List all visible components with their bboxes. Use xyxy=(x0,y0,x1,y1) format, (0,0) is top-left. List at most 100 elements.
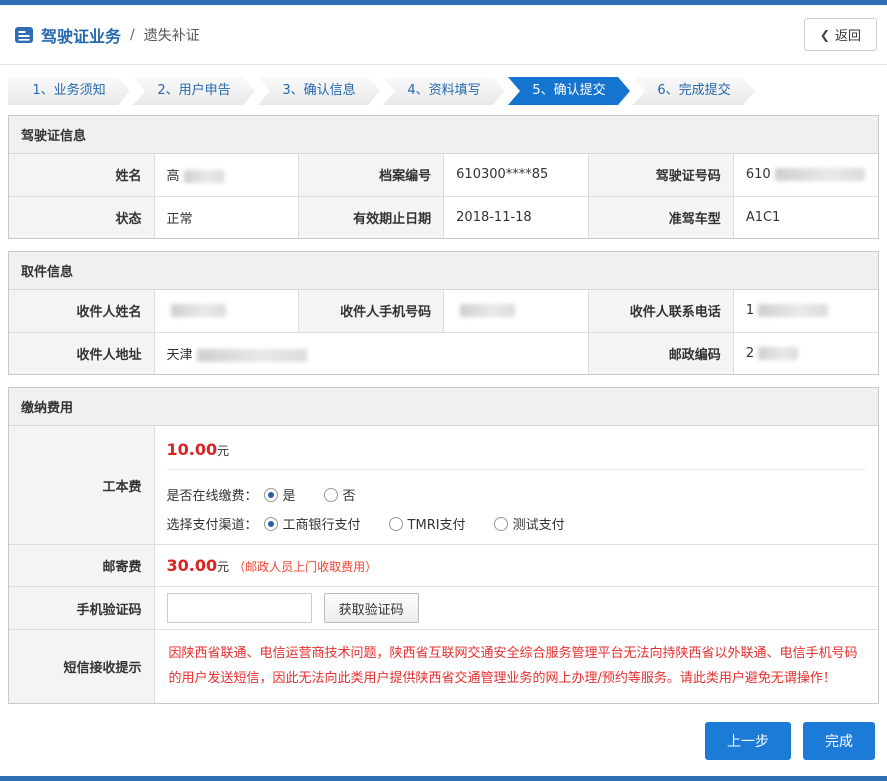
recipient-name-value xyxy=(154,290,299,332)
redacted-text xyxy=(460,304,515,317)
step-5-confirm-submit[interactable]: 5、确认提交 xyxy=(508,77,630,105)
sms-notice-cell: 因陕西省联通、电信运营商技术问题，陕西省互联网交通安全综合服务管理平台无法向持陕… xyxy=(154,630,878,704)
chevron-left-icon: ❮ xyxy=(820,28,830,42)
redacted-text xyxy=(758,347,798,360)
license-business-icon xyxy=(14,25,34,45)
redacted-text xyxy=(758,304,828,317)
channel-tmri-option[interactable]: TMRI支付 xyxy=(389,514,466,533)
redacted-text xyxy=(171,304,226,317)
step-2-user-declaration[interactable]: 2、用户申告 xyxy=(133,77,255,105)
online-no-option[interactable]: 否 xyxy=(324,485,356,504)
channel-tmri-label: TMRI支付 xyxy=(408,514,466,533)
step-navigation: 1、业务须知 2、用户申告 3、确认信息 4、资料填写 5、确认提交 6、完成提… xyxy=(8,77,879,105)
fees-title: 缴纳费用 xyxy=(9,388,878,426)
mail-fee-label: 邮寄费 xyxy=(9,545,154,587)
redacted-text xyxy=(775,168,865,181)
channel-test-option[interactable]: 测试支付 xyxy=(494,514,565,533)
table-row: 收件人地址 天津 邮政编码 2 xyxy=(9,332,878,374)
radio-yes-icon[interactable] xyxy=(264,488,278,502)
captcha-label: 手机验证码 xyxy=(9,587,154,630)
vehicle-type-value: A1C1 xyxy=(733,196,878,238)
finish-button[interactable]: 完成 xyxy=(803,722,875,760)
production-fee-amount-line: 10.00元 xyxy=(167,432,867,470)
title-separator: / xyxy=(130,27,135,43)
fees-section: 缴纳费用 工本费 10.00元 是否在线缴费： 是 xyxy=(8,387,879,704)
sms-notice-text: 因陕西省联通、电信运营商技术问题，陕西省互联网交通安全综合服务管理平台无法向持陕… xyxy=(167,636,867,697)
zip-code-value: 2 xyxy=(733,332,878,374)
mail-fee-amount: 30.00 xyxy=(167,556,218,575)
status-label: 状态 xyxy=(9,196,154,238)
recipient-mobile-label: 收件人手机号码 xyxy=(299,290,444,332)
recipient-address-label: 收件人地址 xyxy=(9,332,154,374)
get-captcha-button[interactable]: 获取验证码 xyxy=(324,593,419,623)
license-info-table: 姓名 高 档案编号 610300****85 驾驶证号码 610 状态 正常 有… xyxy=(9,154,878,238)
captcha-value-cell: 获取验证码 xyxy=(154,587,878,630)
zip-code-label: 邮政编码 xyxy=(588,332,733,374)
table-row: 收件人姓名 收件人手机号码 收件人联系电话 1 xyxy=(9,290,878,332)
pickup-info-table: 收件人姓名 收件人手机号码 收件人联系电话 1 收件人地址 天津 邮政编码 2 xyxy=(9,290,878,374)
redacted-text xyxy=(197,349,307,362)
online-payment-choice: 是否在线缴费： 是 否 xyxy=(167,480,867,509)
license-number-value: 610 xyxy=(733,154,878,196)
radio-tmri-icon[interactable] xyxy=(389,517,403,531)
step-3-confirm-info[interactable]: 3、确认信息 xyxy=(258,77,380,105)
vehicle-type-label: 准驾车型 xyxy=(588,196,733,238)
radio-test-icon[interactable] xyxy=(494,517,508,531)
fees-table: 工本费 10.00元 是否在线缴费： 是 否 xyxy=(9,426,878,703)
recipient-name-label: 收件人姓名 xyxy=(9,290,154,332)
channel-icbc-label: 工商银行支付 xyxy=(283,514,361,533)
recipient-mobile-value xyxy=(444,290,589,332)
file-number-value: 610300****85 xyxy=(444,154,589,196)
step-4-fill-info[interactable]: 4、资料填写 xyxy=(383,77,505,105)
sms-notice-label: 短信接收提示 xyxy=(9,630,154,704)
pickup-info-title: 取件信息 xyxy=(9,252,878,290)
header: 驾驶证业务 / 遗失补证 ❮ 返回 xyxy=(0,5,887,65)
license-info-section: 驾驶证信息 姓名 高 档案编号 610300****85 驾驶证号码 610 状… xyxy=(8,115,879,239)
expiry-value: 2018-11-18 xyxy=(444,196,589,238)
online-no-label: 否 xyxy=(343,485,356,504)
footer-actions: 上一步 完成 xyxy=(8,722,875,760)
back-button[interactable]: ❮ 返回 xyxy=(804,18,877,51)
online-yes-option[interactable]: 是 xyxy=(264,485,296,504)
bottom-accent-bar xyxy=(0,776,887,781)
table-row: 短信接收提示 因陕西省联通、电信运营商技术问题，陕西省互联网交通安全综合服务管理… xyxy=(9,630,878,704)
table-row: 状态 正常 有效期止日期 2018-11-18 准驾车型 A1C1 xyxy=(9,196,878,238)
captcha-input[interactable] xyxy=(167,593,312,623)
previous-step-button[interactable]: 上一步 xyxy=(705,722,791,760)
table-row: 工本费 10.00元 是否在线缴费： 是 否 xyxy=(9,426,878,545)
payment-channel-choice: 选择支付渠道： 工商银行支付 TMRI支付 测试支付 xyxy=(167,509,867,538)
pickup-info-section: 取件信息 收件人姓名 收件人手机号码 收件人联系电话 1 收件人地址 天津 邮政… xyxy=(8,251,879,375)
production-fee-amount: 10.00 xyxy=(167,440,218,459)
redacted-text xyxy=(184,170,224,183)
online-payment-question: 是否在线缴费： xyxy=(167,485,258,504)
status-value: 正常 xyxy=(154,196,299,238)
recipient-phone-value: 1 xyxy=(733,290,878,332)
production-fee-value: 10.00元 是否在线缴费： 是 否 选择支 xyxy=(154,426,878,545)
recipient-address-value: 天津 xyxy=(154,332,588,374)
mail-fee-note: （邮政人员上门收取费用） xyxy=(233,560,377,574)
header-title-group: 驾驶证业务 / 遗失补证 xyxy=(14,23,200,47)
page-container: 驾驶证业务 / 遗失补证 ❮ 返回 1、业务须知 2、用户申告 3、确认信息 4… xyxy=(0,0,887,781)
file-number-label: 档案编号 xyxy=(299,154,444,196)
recipient-phone-label: 收件人联系电话 xyxy=(588,290,733,332)
production-fee-unit: 元 xyxy=(217,444,229,458)
mail-fee-unit: 元 xyxy=(217,560,229,574)
mail-fee-value: 30.00元 （邮政人员上门收取费用） xyxy=(154,545,878,587)
table-row: 邮寄费 30.00元 （邮政人员上门收取费用） xyxy=(9,545,878,587)
back-button-label: 返回 xyxy=(835,25,861,44)
name-value: 高 xyxy=(154,154,299,196)
page-title: 驾驶证业务 xyxy=(41,23,121,47)
radio-icbc-icon[interactable] xyxy=(264,517,278,531)
radio-no-icon[interactable] xyxy=(324,488,338,502)
production-fee-label: 工本费 xyxy=(9,426,154,545)
license-info-title: 驾驶证信息 xyxy=(9,116,878,154)
license-number-label: 驾驶证号码 xyxy=(588,154,733,196)
step-1-business-notice[interactable]: 1、业务须知 xyxy=(8,77,130,105)
step-6-complete-submit[interactable]: 6、完成提交 xyxy=(633,77,755,105)
page-subtitle: 遗失补证 xyxy=(144,25,200,45)
table-row: 姓名 高 档案编号 610300****85 驾驶证号码 610 xyxy=(9,154,878,196)
online-yes-label: 是 xyxy=(283,485,296,504)
name-label: 姓名 xyxy=(9,154,154,196)
expiry-label: 有效期止日期 xyxy=(299,196,444,238)
channel-icbc-option[interactable]: 工商银行支付 xyxy=(264,514,361,533)
